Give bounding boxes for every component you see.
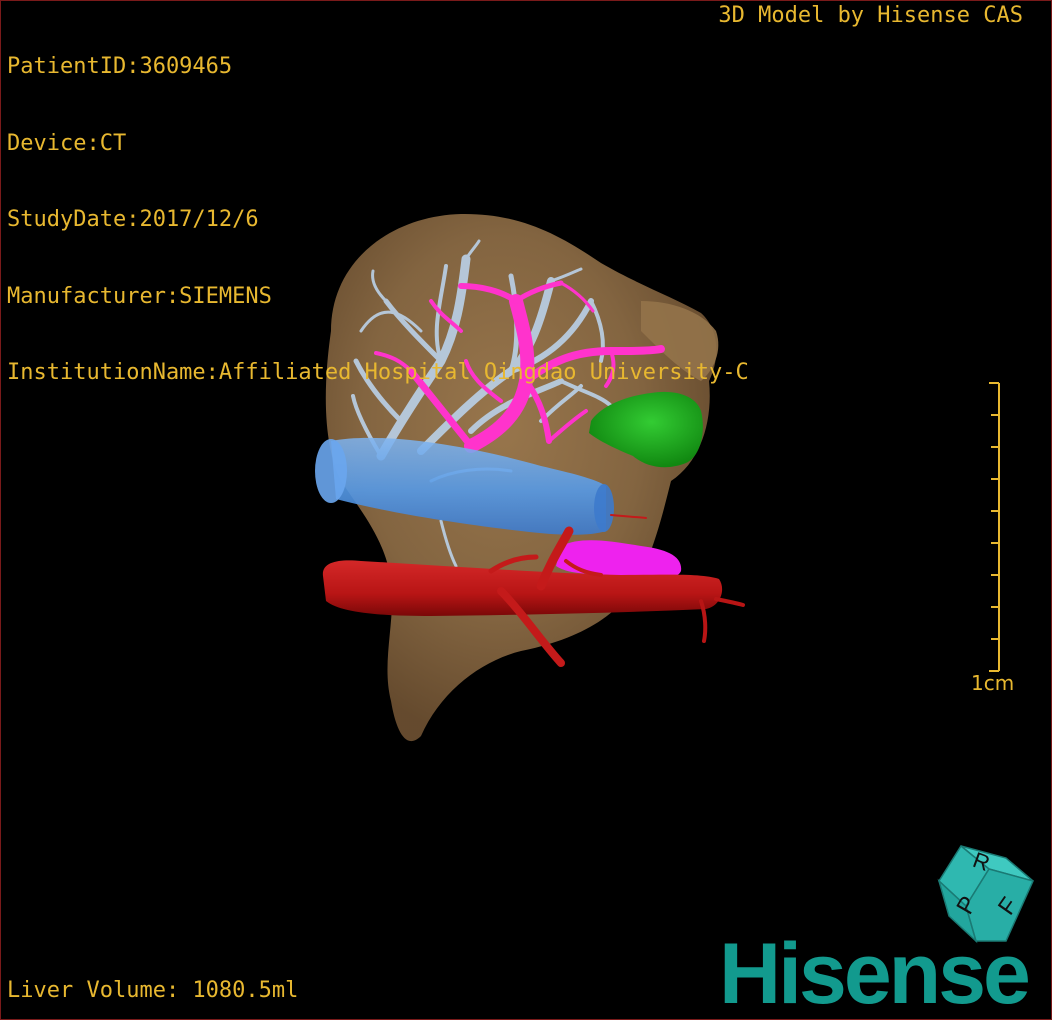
model-caption: 3D Model by Hisense CAS (718, 3, 1023, 28)
hisense-logo: Hisense (719, 926, 1031, 1020)
scale-bar (989, 382, 1000, 672)
scale-bar-label: 1cm (971, 671, 1015, 695)
study-date: StudyDate:2017/12/6 (7, 207, 259, 232)
patient-info: PatientID:3609465 Device:CT StudyDate:20… (7, 3, 749, 437)
device: Device:CT (7, 130, 127, 156)
manufacturer: Manufacturer:SIEMENS (7, 283, 272, 309)
institution-name: InstitutionName:Affiliated Hospital Qing… (7, 360, 749, 385)
patient-id: PatientID:3609465 (7, 54, 233, 79)
liver-volume: Liver Volume: 1080.5ml (7, 978, 299, 1003)
render-viewport[interactable]: P R F PatientID:3609465 Device:CT StudyD… (0, 0, 1052, 1020)
